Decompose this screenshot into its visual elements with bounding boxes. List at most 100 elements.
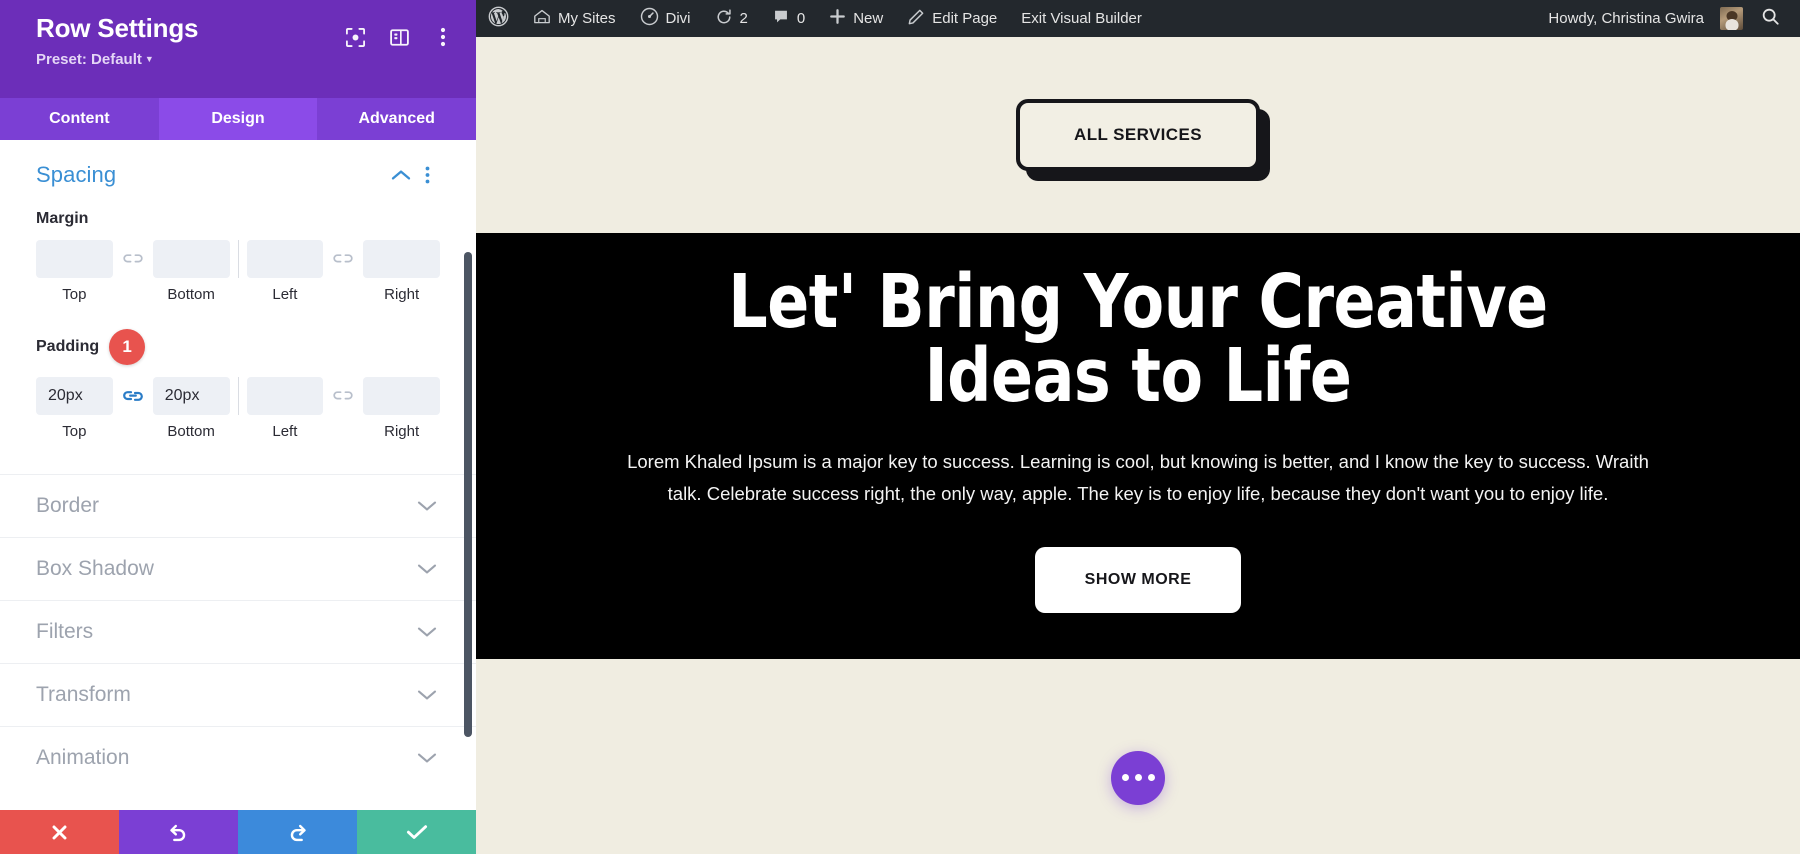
- adminbar-edit-page[interactable]: Edit Page: [895, 0, 1009, 37]
- chevron-down-icon[interactable]: [414, 689, 440, 701]
- section-all-services: ALL SERVICES: [476, 37, 1800, 233]
- padding-link-top-bottom-icon[interactable]: [113, 377, 153, 415]
- margin-top-input[interactable]: [36, 240, 113, 278]
- preset-label: Preset: Default: [36, 50, 142, 68]
- margin-top-label: Top: [62, 286, 87, 303]
- padding-top-cell: Top: [36, 377, 113, 440]
- adminbar-right-group: Howdy, Christina Gwira: [1536, 7, 1800, 30]
- margin-bottom-label: Bottom: [167, 286, 215, 303]
- section-filters-title: Filters: [36, 620, 94, 643]
- settings-tabs: Content Design Advanced: [0, 98, 476, 140]
- fab-dot: [1134, 774, 1142, 782]
- section-spacing-header[interactable]: Spacing: [36, 162, 440, 188]
- padding-top-input[interactable]: [36, 377, 113, 415]
- chevron-down-icon[interactable]: [414, 500, 440, 512]
- adminbar-comments[interactable]: 0: [760, 0, 817, 37]
- adminbar-new-label: New: [853, 10, 884, 27]
- adminbar-exit-label: Exit Visual Builder: [1021, 10, 1142, 27]
- padding-right-label: Right: [384, 423, 420, 440]
- adminbar-search[interactable]: [1749, 7, 1792, 30]
- adminbar-account[interactable]: Howdy, Christina Gwira: [1536, 7, 1749, 30]
- padding-group: Padding 1 Top: [36, 329, 440, 440]
- save-button[interactable]: [357, 810, 476, 854]
- margin-left-right: Left Right: [246, 240, 440, 303]
- panel-action-bar: [0, 810, 476, 854]
- adminbar-new[interactable]: New: [817, 0, 895, 37]
- margin-link-top-bottom-icon[interactable]: [113, 240, 153, 278]
- padding-top-bottom: Top Bottom: [36, 377, 230, 440]
- margin-group: Margin Top Bottom Left Right: [36, 210, 440, 303]
- avatar: [1720, 7, 1743, 30]
- focus-icon[interactable]: [344, 26, 366, 48]
- cancel-button[interactable]: [0, 810, 119, 854]
- padding-label-wrap: Padding 1: [36, 329, 146, 365]
- hero-heading: Let' Bring Your Creative Ideas to Life: [728, 259, 1548, 419]
- page-title: Row Settings: [36, 13, 199, 43]
- pencil-icon: [907, 8, 925, 30]
- adminbar-comments-count: 0: [796, 10, 806, 27]
- margin-label: Margin: [36, 210, 89, 227]
- ellipsis-icon[interactable]: [1111, 750, 1165, 805]
- adminbar-updates[interactable]: 2: [703, 0, 760, 37]
- preset-selector[interactable]: Preset: Default ▼: [36, 51, 344, 68]
- adminbar-my-sites[interactable]: My Sites: [521, 0, 628, 37]
- all-services-button[interactable]: ALL SERVICES: [1016, 99, 1260, 171]
- section-box-shadow[interactable]: Box Shadow: [0, 537, 476, 600]
- sites-icon: [533, 8, 551, 29]
- section-options-dots-icon[interactable]: [414, 166, 440, 184]
- padding-right-cell: Right: [363, 377, 440, 440]
- section-transform[interactable]: Transform: [0, 663, 476, 726]
- margin-right-input[interactable]: [363, 240, 440, 278]
- tab-content[interactable]: Content: [0, 98, 159, 140]
- padding-link-left-right-icon[interactable]: [323, 377, 363, 415]
- redo-button[interactable]: [238, 810, 357, 854]
- padding-bottom-input[interactable]: [152, 377, 230, 415]
- chevron-down-icon[interactable]: [414, 626, 440, 638]
- margin-left-input[interactable]: [246, 240, 324, 278]
- howdy-label: Howdy, Christina Gwira: [1548, 10, 1704, 27]
- adminbar-divi-label: Divi: [665, 10, 691, 27]
- adminbar-divi[interactable]: Divi: [628, 0, 703, 37]
- padding-right-input[interactable]: [363, 377, 440, 415]
- vertical-dots-icon[interactable]: [432, 26, 454, 48]
- padding-left-input[interactable]: [246, 377, 324, 415]
- padding-bottom-cell: Bottom: [152, 377, 230, 440]
- panel-header-actions: [344, 14, 454, 48]
- section-filters[interactable]: Filters: [0, 600, 476, 663]
- undo-button[interactable]: [119, 810, 238, 854]
- row-settings-panel: Row Settings Preset: Default ▼ Content D…: [0, 0, 476, 854]
- section-footer-area: [476, 658, 1800, 854]
- margin-bottom-input[interactable]: [152, 240, 230, 278]
- padding-left-cell: Left: [246, 377, 324, 440]
- margin-link-left-right-icon[interactable]: [323, 240, 363, 278]
- divi-speedometer-icon: [640, 7, 659, 30]
- padding-left-right: Left Right: [246, 377, 440, 440]
- hero-paragraph: Lorem Khaled Ipsum is a major key to suc…: [627, 451, 1649, 504]
- chevron-up-icon[interactable]: [388, 169, 414, 181]
- section-hero: Let' Bring Your Creative Ideas to Life L…: [476, 233, 1800, 659]
- section-border[interactable]: Border: [0, 474, 476, 537]
- margin-top-bottom: Top Bottom: [36, 240, 230, 303]
- padding-left-label: Left: [272, 423, 298, 440]
- fab-dot: [1147, 774, 1155, 782]
- settings-body: Spacing Margin Top Bottom Left Right Pad…: [0, 140, 476, 810]
- tab-advanced[interactable]: Advanced: [317, 98, 476, 140]
- plus-icon: [829, 8, 846, 29]
- layout-panel-icon[interactable]: [388, 26, 410, 48]
- tab-design[interactable]: Design: [158, 98, 318, 140]
- chevron-down-icon[interactable]: [414, 752, 440, 764]
- show-more-button[interactable]: SHOW MORE: [1034, 546, 1242, 613]
- wordpress-logo-icon: [488, 6, 509, 31]
- adminbar-exit-visual-builder[interactable]: Exit Visual Builder: [1009, 0, 1154, 37]
- margin-left-label: Left: [272, 286, 298, 303]
- padding-modified-badge[interactable]: 1: [109, 329, 146, 365]
- panel-header: Row Settings Preset: Default ▼: [0, 0, 476, 98]
- chevron-down-icon[interactable]: [414, 563, 440, 575]
- fab-dot: [1121, 774, 1129, 782]
- panel-scrollbar-thumb[interactable]: [464, 252, 472, 737]
- adminbar-wordpress-logo[interactable]: [476, 0, 521, 37]
- section-animation[interactable]: Animation: [0, 726, 476, 789]
- adminbar-edit-page-label: Edit Page: [932, 10, 998, 27]
- section-spacing-title: Spacing: [36, 162, 117, 187]
